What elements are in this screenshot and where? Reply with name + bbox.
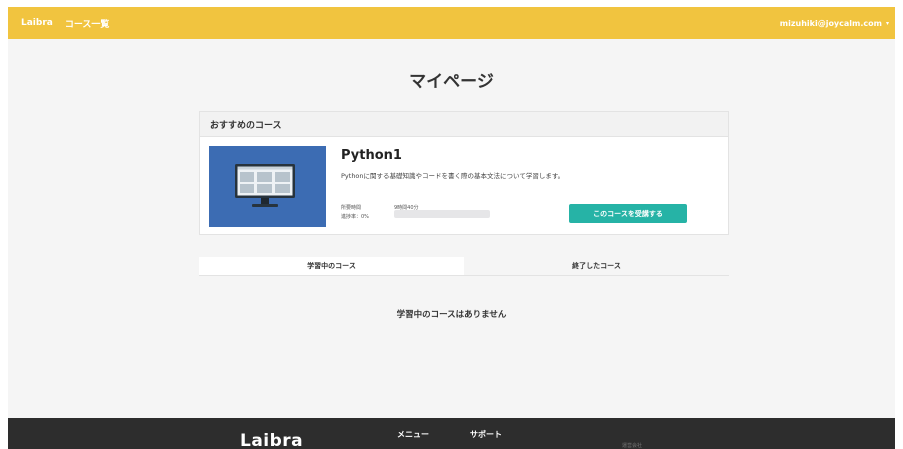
caret-down-icon[interactable]: ▾ [886, 20, 889, 27]
brand-logo[interactable]: Laibra [21, 18, 53, 28]
footer-logo[interactable]: Laibra [240, 431, 303, 449]
footer-menu-heading: メニュー [397, 430, 429, 439]
user-email[interactable]: mizuhiki@joycalm.com [780, 19, 882, 28]
progress-label: 進捗率：0% [341, 214, 369, 220]
footer: Laibra メニュー サポート 運営会社 [8, 418, 895, 449]
course-tabs: 学習中のコース 終了したコース [199, 257, 729, 276]
time-required-label: 所要時間 [341, 205, 362, 211]
monitor-icon [235, 164, 295, 207]
course-thumbnail[interactable] [209, 146, 326, 227]
footer-support-heading: サポート [470, 430, 502, 439]
recommended-course-card: おすすめのコース Python1 Pythonに関する基礎知識やコードを書く際の… [199, 111, 729, 235]
page-frame: Laibra コース一覧 mizuhiki@joycalm.com ▾ マイペー… [8, 7, 895, 449]
empty-state-message: 学習中のコースはありません [396, 310, 507, 320]
tab-in-progress[interactable]: 学習中のコース [199, 257, 464, 275]
enroll-course-button[interactable]: このコースを受講する [569, 204, 687, 223]
top-navbar: Laibra コース一覧 mizuhiki@joycalm.com ▾ [8, 7, 895, 39]
course-description: Pythonに関する基礎知識やコードを書く際の基本文法について学習します。 [341, 172, 565, 180]
recommended-heading: おすすめのコース [200, 112, 728, 137]
tab-completed[interactable]: 終了したコース [464, 257, 729, 275]
user-menu[interactable]: mizuhiki@joycalm.com ▾ [780, 7, 889, 39]
footer-company-heading: 運営会社 [622, 443, 643, 449]
page-title: マイページ [409, 72, 494, 92]
progress-bar [394, 210, 490, 218]
nav-course-list-link[interactable]: コース一覧 [65, 17, 110, 30]
course-title[interactable]: Python1 [341, 148, 402, 163]
